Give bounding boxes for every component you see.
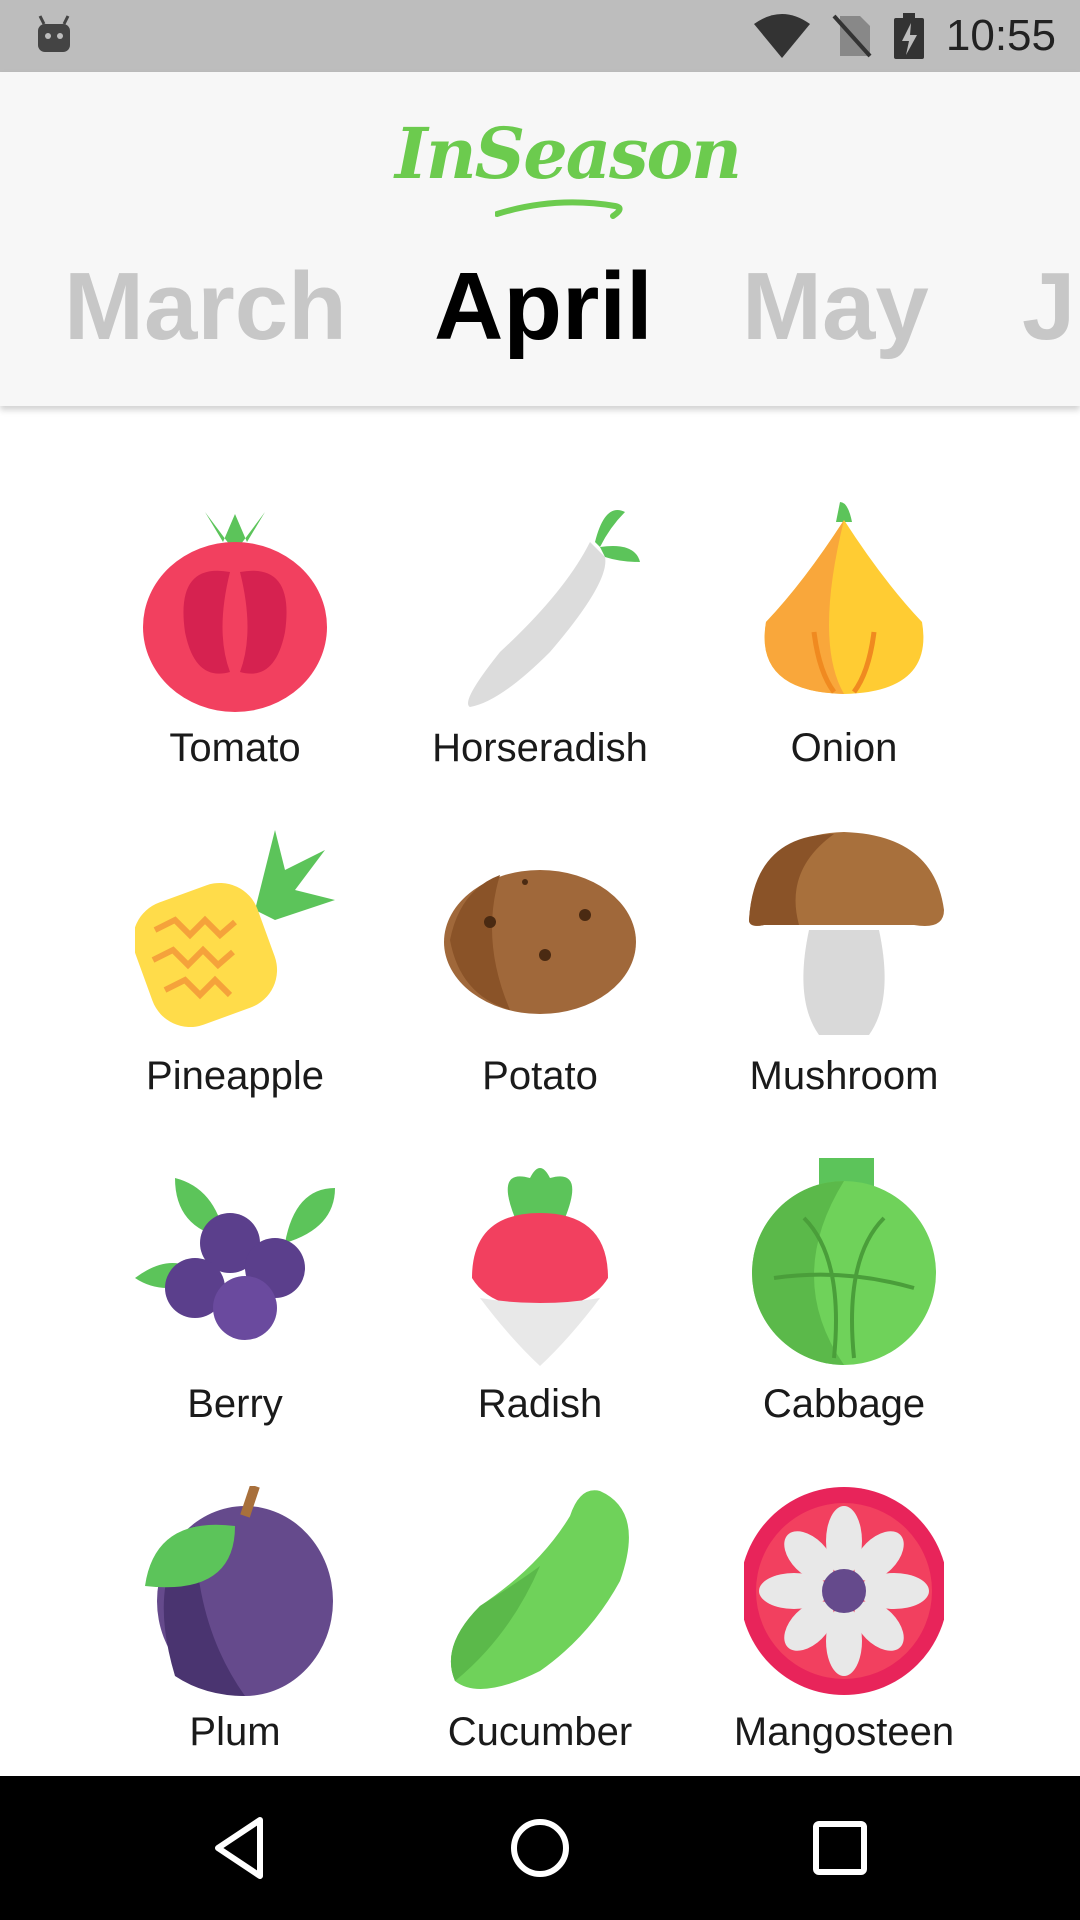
produce-item-cabbage[interactable]: Cabbage <box>694 1158 994 1458</box>
cabbage-icon <box>752 1158 936 1365</box>
potato-icon <box>444 870 636 1014</box>
app-logo: InSeason <box>395 112 742 222</box>
produce-item-mushroom[interactable]: Mushroom <box>694 830 994 1130</box>
produce-label: Onion <box>790 726 898 770</box>
produce-item-cucumber[interactable]: Cucumber <box>390 1486 690 1776</box>
produce-item-plum[interactable]: Plum <box>85 1486 385 1776</box>
back-icon[interactable] <box>200 1808 280 1888</box>
wifi-icon <box>753 14 810 58</box>
produce-label: Potato <box>482 1054 598 1098</box>
berry-icon <box>135 1178 335 1340</box>
produce-item-horseradish[interactable]: Horseradish <box>390 502 690 802</box>
battery-charging-icon <box>893 13 924 59</box>
clock: 10:55 <box>945 11 1056 60</box>
month-tab-april[interactable]: April <box>434 252 653 362</box>
mangosteen-icon <box>744 1487 944 1695</box>
logo-swoosh-icon <box>495 199 623 219</box>
recents-icon[interactable] <box>800 1808 880 1888</box>
produce-item-mangosteen[interactable]: Mangosteen <box>694 1486 994 1776</box>
produce-label: Pineapple <box>146 1054 324 1098</box>
produce-label: Berry <box>187 1382 283 1426</box>
produce-label: Mushroom <box>749 1054 939 1098</box>
month-tab-may[interactable]: May <box>742 252 929 362</box>
horseradish-icon <box>468 510 640 707</box>
header: InSeason March April May J <box>0 72 1080 406</box>
produce-label: Cucumber <box>447 1710 633 1754</box>
produce-item-tomato[interactable]: Tomato <box>85 502 385 802</box>
produce-label: Cabbage <box>762 1382 926 1426</box>
home-icon[interactable] <box>500 1808 580 1888</box>
produce-item-pineapple[interactable]: Pineapple <box>85 830 385 1130</box>
status-bar: 10:55 <box>0 0 1080 72</box>
android-debug-icon <box>38 15 70 52</box>
mushroom-icon <box>749 832 944 1035</box>
pineapple-icon <box>135 830 335 1028</box>
produce-label: Tomato <box>169 726 301 770</box>
produce-item-potato[interactable]: Potato <box>390 830 690 1130</box>
month-tab-march[interactable]: March <box>64 252 347 362</box>
tomato-icon <box>143 512 327 712</box>
produce-label: Mangosteen <box>733 1710 955 1754</box>
produce-label: Horseradish <box>432 726 648 770</box>
app-title: InSeason <box>395 112 742 195</box>
produce-grid: Tomato Horseradish Onion Pineapple Potat… <box>0 406 1080 1776</box>
produce-label: Radish <box>477 1382 603 1426</box>
cucumber-icon <box>450 1490 629 1689</box>
produce-item-onion[interactable]: Onion <box>694 502 994 802</box>
plum-icon <box>145 1486 333 1696</box>
navigation-bar <box>0 1776 1080 1920</box>
no-sim-icon <box>832 14 872 58</box>
onion-icon <box>764 502 924 694</box>
radish-icon <box>472 1168 608 1366</box>
produce-item-radish[interactable]: Radish <box>390 1158 690 1458</box>
produce-label: Plum <box>189 1710 281 1754</box>
produce-item-berry[interactable]: Berry <box>85 1158 385 1458</box>
month-tab-next[interactable]: J <box>1022 252 1075 362</box>
